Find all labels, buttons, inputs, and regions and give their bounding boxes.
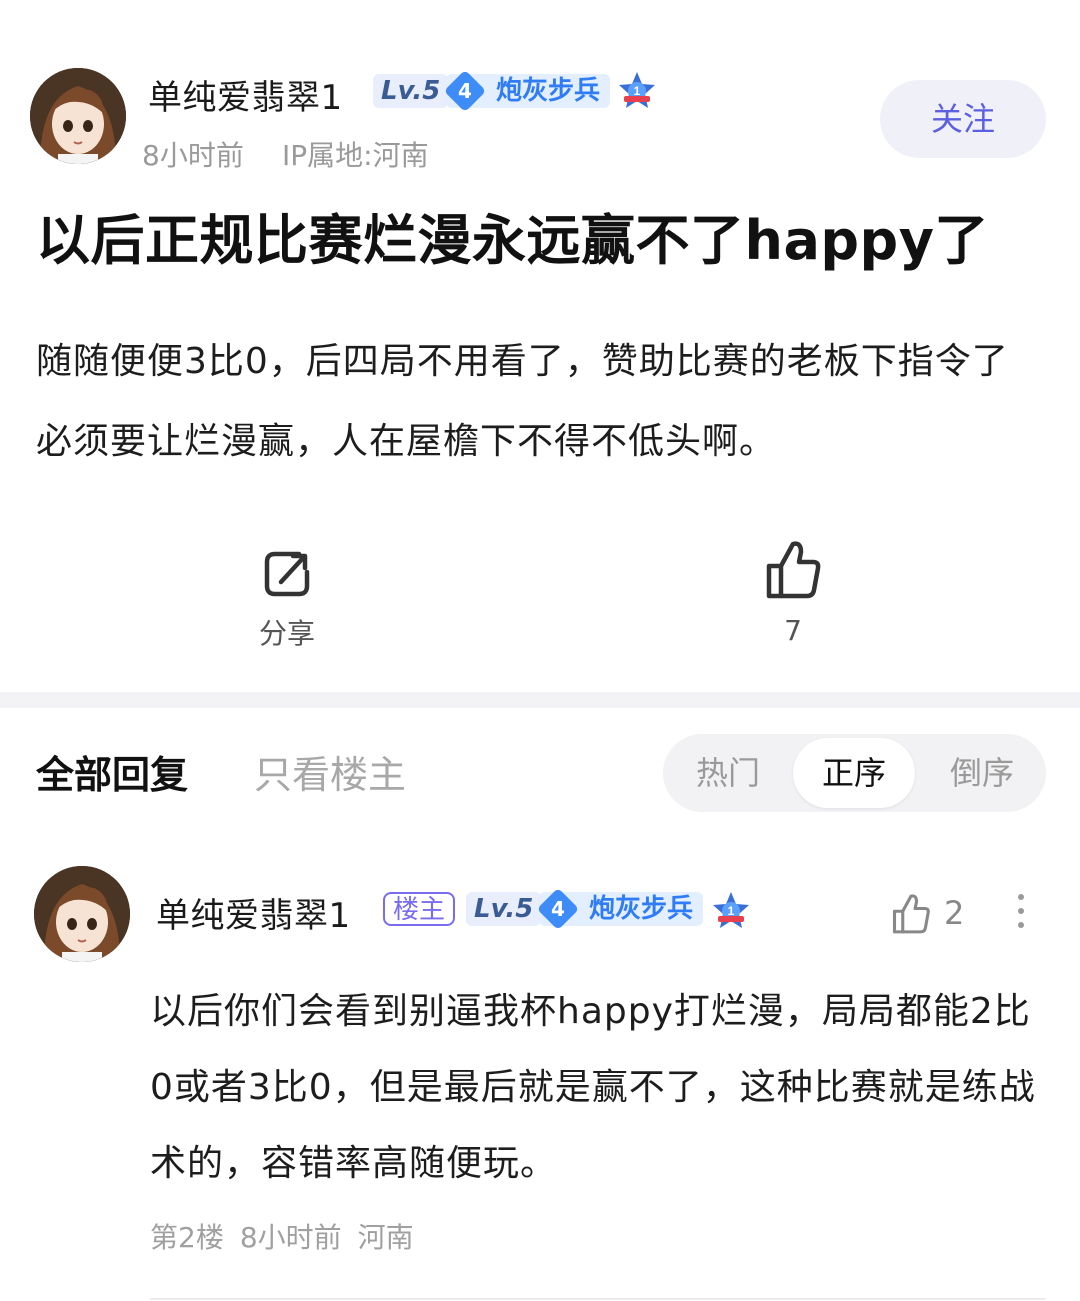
share-button[interactable]: 分享: [246, 546, 328, 652]
rank-badge: 4 炮灰步兵: [443, 69, 611, 113]
rank-title: 炮灰步兵: [496, 76, 601, 106]
tab-op-only[interactable]: 只看楼主: [254, 744, 406, 799]
post-ip-location: IP属地:河南: [282, 139, 429, 172]
share-label: 分享: [258, 617, 315, 650]
reply-body: 以后你们会看到别逼我杯happy打烂漫，局局都能2比0或者3比0，但是最后就是赢…: [150, 991, 1036, 1184]
tab-all-replies[interactable]: 全部回复: [36, 744, 188, 799]
sort-descending[interactable]: 倒序: [921, 734, 1043, 812]
level-text: Lv.5: [381, 76, 441, 106]
author-avatar[interactable]: [30, 68, 126, 164]
reply-like-button[interactable]: 2: [890, 892, 970, 938]
post-time: 8小时前: [142, 139, 244, 172]
rank-medal-icon: 1: [619, 72, 655, 108]
more-vertical-icon[interactable]: [1018, 886, 1028, 936]
author-name[interactable]: 单纯爱翡翠1: [148, 70, 343, 119]
reply-author-name[interactable]: 单纯爱翡翠1: [156, 888, 351, 937]
follow-button[interactable]: 关注: [880, 80, 1046, 158]
sort-hot[interactable]: 热门: [667, 734, 789, 812]
svg-text:1: 1: [634, 84, 641, 98]
level-badge: Lv.5: [373, 74, 449, 108]
post-body: 随随便便3比0，后四局不用看了，赞助比赛的老板下指令了必须要让烂漫赢，人在屋檐下…: [36, 341, 1009, 462]
thumbs-up-icon: [892, 894, 930, 934]
sort-ascending[interactable]: 正序: [793, 738, 915, 808]
like-button[interactable]: 7: [752, 538, 834, 647]
reply-meta: 第2楼 8小时前 河南: [150, 1216, 430, 1256]
reply-author-avatar[interactable]: [34, 866, 130, 962]
share-icon: [264, 551, 310, 597]
like-count: 7: [784, 614, 802, 647]
rank-number: 4: [458, 79, 472, 103]
reply-rank-number: 4: [551, 897, 565, 921]
op-tag: 楼主: [383, 892, 456, 926]
reply-time: 8小时前: [239, 1221, 342, 1254]
thumbs-up-icon: [766, 541, 821, 599]
reply-rank-badge: 4 炮灰步兵: [536, 887, 704, 931]
reply-level-badge: Lv.5: [466, 892, 542, 926]
reply-divider: [150, 1298, 1046, 1300]
reply-like-count: 2: [944, 894, 965, 932]
reply-rank-title: 炮灰步兵: [589, 894, 694, 924]
reply-level-text: Lv.5: [474, 894, 534, 924]
rank-medal-icon: 1: [713, 892, 749, 928]
svg-text:1: 1: [728, 904, 735, 918]
sort-selector: 热门 正序 倒序: [663, 734, 1046, 812]
reply-floor: 第2楼: [150, 1221, 224, 1254]
post-title: 以后正规比赛烂漫永远赢不了happy了: [36, 209, 989, 272]
section-divider: [0, 692, 1080, 708]
reply-location: 河南: [357, 1221, 414, 1254]
